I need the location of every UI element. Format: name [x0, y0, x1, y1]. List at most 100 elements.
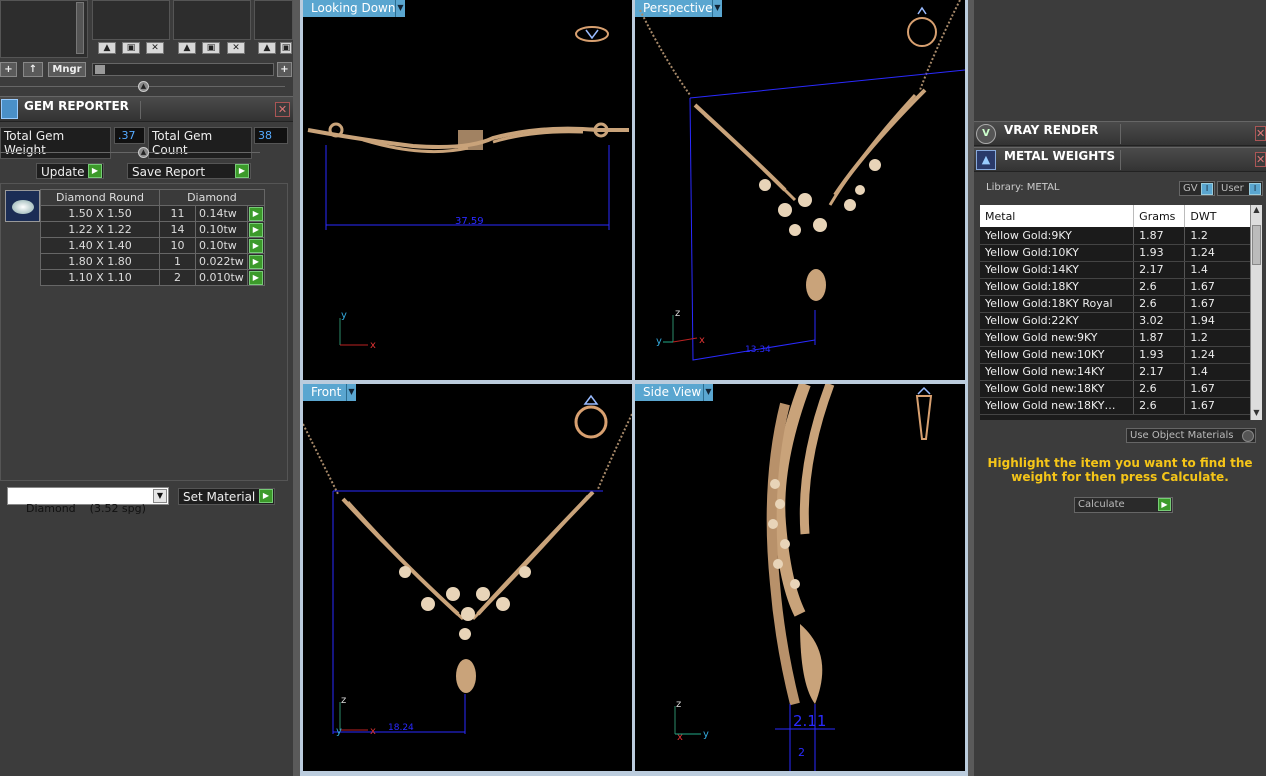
gem-count: 2 [159, 269, 196, 286]
add-button[interactable]: + [0, 62, 17, 77]
col-metal[interactable]: Metal [980, 205, 1135, 227]
gem-reporter-title: GEM REPORTER [24, 99, 129, 113]
dimension-label: 2.11 [793, 712, 826, 730]
info-icon: I [1249, 183, 1261, 195]
info-icon: I [1201, 183, 1213, 195]
play-icon: ▶ [235, 164, 249, 178]
axis-z-label: z [676, 699, 681, 710]
close-icon[interactable]: ✕ [1255, 126, 1266, 141]
chevron-down-icon[interactable]: ▼ [153, 489, 167, 503]
perspective-canvas: 13.34 z x y [639, 0, 965, 361]
collapse-toggle-icon[interactable]: ▲ [138, 81, 149, 92]
table-row[interactable]: Yellow Gold:10KY 1.93 1.24 [980, 244, 1252, 262]
metal-name: Yellow Gold:18KY Royal [980, 295, 1135, 313]
set-material-button[interactable]: Set Material ▶ [178, 488, 275, 505]
viewport-perspective[interactable]: Perspective ▼ 13.34 z x y [635, 0, 965, 380]
close-icon[interactable]: ✕ [275, 102, 290, 117]
metal-dwt: 1.94 [1184, 312, 1252, 330]
close-icon[interactable]: ✕ [227, 42, 245, 54]
calculate-button[interactable]: Calculate ▶ [1074, 497, 1173, 513]
viewport-looking-down[interactable]: Looking Down ▼ 37.59 y x [303, 0, 632, 380]
table-row[interactable]: 1.10 X 1.10 2 0.010tw ▶ [40, 269, 265, 286]
metal-dwt: 1.67 [1184, 397, 1252, 415]
flask-icon: ▲ [976, 150, 996, 170]
gv-toggle[interactable]: GV I [1179, 181, 1215, 196]
material-slot-2[interactable] [92, 0, 170, 40]
save-icon[interactable]: ▣ [122, 42, 140, 54]
table-row[interactable]: Yellow Gold:18KY Royal 2.6 1.67 [980, 295, 1252, 313]
library-label: Library: METAL [986, 182, 1060, 193]
col-grams[interactable]: Grams [1133, 205, 1186, 227]
play-icon: ▶ [88, 164, 102, 178]
play-icon[interactable]: ▶ [248, 222, 263, 237]
table-row[interactable]: Yellow Gold new:10KY 1.93 1.24 [980, 346, 1252, 364]
table-row[interactable]: 1.40 X 1.40 10 0.10tw ▶ [40, 237, 265, 254]
table-row[interactable]: Yellow Gold:18KY 2.6 1.67 [980, 278, 1252, 296]
gem-count: 10 [159, 237, 196, 254]
save-icon[interactable]: ▣ [202, 42, 220, 54]
ring-icon[interactable] [574, 394, 608, 439]
update-button[interactable]: Update ▶ [36, 163, 104, 179]
move-up-button[interactable]: ↑ [23, 62, 43, 77]
material-slot-3[interactable] [173, 0, 251, 40]
close-icon[interactable]: ✕ [1255, 152, 1266, 167]
play-icon[interactable]: ▶ [248, 238, 263, 253]
pendant-icon[interactable] [915, 386, 933, 440]
slot-slider[interactable] [92, 63, 274, 76]
up-arrow-icon[interactable]: ▲ [258, 42, 276, 54]
table-row[interactable]: Yellow Gold:22KY 3.02 1.94 [980, 312, 1252, 330]
metal-dwt: 1.67 [1184, 278, 1252, 296]
up-arrow-icon[interactable]: ▲ [98, 42, 116, 54]
scroll-thumb[interactable] [1252, 225, 1261, 265]
header-spacer [1120, 124, 1248, 144]
scroll-up-icon[interactable]: ▲ [1251, 205, 1262, 217]
table-row[interactable]: Yellow Gold:14KY 2.17 1.4 [980, 261, 1252, 279]
play-icon[interactable]: ▶ [248, 254, 263, 269]
metal-list[interactable]: Metal Grams DWT Yellow Gold:9KY 1.87 1.2 Y… [980, 205, 1262, 420]
metal-list-scrollbar[interactable]: ▲ ▼ [1250, 205, 1262, 420]
play-icon[interactable]: ▶ [248, 270, 263, 285]
metal-name: Yellow Gold new:18KY [980, 380, 1135, 398]
slider-thumb[interactable] [95, 65, 105, 74]
toggle-icon [1242, 430, 1254, 442]
diamond-gem-icon[interactable] [5, 190, 40, 222]
metal-name: Yellow Gold new:9KY [980, 329, 1135, 347]
add-slot-button[interactable]: + [277, 62, 292, 77]
close-icon[interactable]: ✕ [146, 42, 164, 54]
material-select[interactable]: Diamond (3.52 spg) ▼ [7, 487, 169, 515]
up-arrow-icon[interactable]: ▲ [178, 42, 196, 54]
scroll-down-icon[interactable]: ▼ [1251, 408, 1262, 420]
metal-dwt: 1.67 [1184, 380, 1252, 398]
vray-render-header[interactable]: V VRAY RENDER ✕ [974, 121, 1266, 146]
gem-weight: 0.022tw [195, 253, 248, 270]
ring-icon[interactable] [575, 26, 609, 42]
play-icon[interactable]: ▶ [248, 206, 263, 221]
table-row[interactable]: Yellow Gold new:18KY… 2.6 1.67 [980, 397, 1252, 415]
material-slot-4[interactable] [254, 0, 293, 40]
collapse-toggle-icon[interactable]: ▲ [138, 147, 149, 158]
manager-button[interactable]: Mngr [48, 62, 86, 77]
table-row[interactable]: Yellow Gold new:18KY 2.6 1.67 [980, 380, 1252, 398]
ring-icon[interactable] [907, 6, 937, 47]
table-row[interactable]: 1.50 X 1.50 11 0.14tw ▶ [40, 205, 265, 222]
save-report-button[interactable]: Save Report ▶ [127, 163, 251, 179]
save-report-label: Save Report [132, 165, 206, 179]
header-spacer [1120, 150, 1248, 170]
user-toggle[interactable]: User I [1217, 181, 1263, 196]
viewport-side-view[interactable]: Side View ▼ 2.11 2 z y x [635, 384, 965, 771]
table-row[interactable]: Yellow Gold new:14KY 2.17 1.4 [980, 363, 1252, 381]
calculate-label: Calculate [1078, 499, 1125, 510]
table-row[interactable]: Yellow Gold new:9KY 1.87 1.2 [980, 329, 1252, 347]
use-object-materials-toggle[interactable]: Use Object Materials [1126, 428, 1256, 443]
gem-reporter-header[interactable]: GEM REPORTER ✕ [0, 96, 293, 122]
col-dwt[interactable]: DWT [1184, 205, 1252, 227]
table-row[interactable]: 1.22 X 1.22 14 0.10tw ▶ [40, 221, 265, 238]
slot-scrollbar[interactable] [76, 2, 84, 54]
metal-weights-header[interactable]: ▲ METAL WEIGHTS ✕ [974, 147, 1266, 172]
table-row[interactable]: 1.80 X 1.80 1 0.022tw ▶ [40, 253, 265, 270]
metal-name: Yellow Gold new:10KY [980, 346, 1135, 364]
table-row[interactable]: Yellow Gold:9KY 1.87 1.2 [980, 227, 1252, 245]
save-icon[interactable]: ▣ [280, 42, 292, 54]
material-slot-1[interactable] [0, 0, 88, 58]
viewport-front[interactable]: Front ▼ 18.24 z x y [303, 384, 632, 771]
